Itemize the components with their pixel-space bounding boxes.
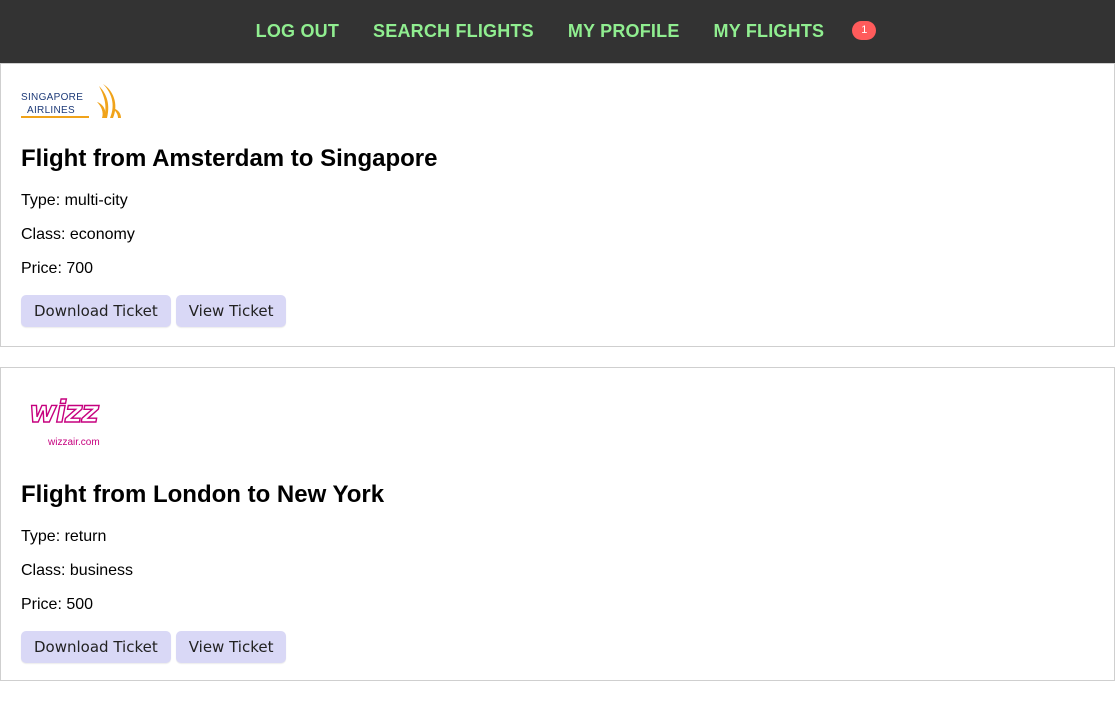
logo-line2: AIRLINES	[27, 105, 75, 116]
view-ticket-button[interactable]: View Ticket	[175, 295, 287, 327]
nav-logout-link[interactable]: LOG OUT	[256, 21, 339, 42]
flight-title: Flight from Amsterdam to Singapore	[21, 145, 438, 172]
flight-card: SINGAPORE AIRLINES Flight from Amsterdam…	[0, 63, 1115, 347]
singapore-airlines-logo: SINGAPORE AIRLINES	[21, 84, 121, 118]
flight-class: Class: business	[21, 562, 134, 579]
logo-line2: wizzair.com	[47, 437, 100, 448]
airline-logo: wizz wizzair.com	[21, 368, 1094, 478]
logo-line1: SINGAPORE	[21, 92, 83, 103]
nav-search-flights-link[interactable]: SEARCH FLIGHTS	[373, 21, 534, 42]
wizzair-logo: wizz wizzair.com	[28, 394, 101, 448]
notification-badge[interactable]: 1	[852, 21, 877, 40]
flight-class: Class: economy	[21, 226, 135, 243]
view-ticket-button[interactable]: View Ticket	[175, 631, 287, 663]
download-ticket-button[interactable]: Download Ticket	[21, 295, 171, 327]
nav-my-flights-link[interactable]: MY FLIGHTS	[714, 21, 825, 42]
flight-type: Type: return	[21, 528, 107, 545]
airline-logo: SINGAPORE AIRLINES	[21, 64, 1094, 142]
flight-title: Flight from London to New York	[21, 481, 385, 508]
top-navbar: LOG OUT SEARCH FLIGHTS MY PROFILE MY FLI…	[0, 0, 1115, 63]
logo-line1: wizz	[29, 395, 99, 430]
flight-card: wizz wizzair.com Flight from London to N…	[0, 367, 1115, 681]
flight-price: Price: 500	[21, 596, 94, 613]
download-ticket-button[interactable]: Download Ticket	[21, 631, 171, 663]
nav-my-profile-link[interactable]: MY PROFILE	[568, 21, 680, 42]
flight-price: Price: 700	[21, 260, 94, 277]
flight-type: Type: multi-city	[21, 192, 128, 209]
